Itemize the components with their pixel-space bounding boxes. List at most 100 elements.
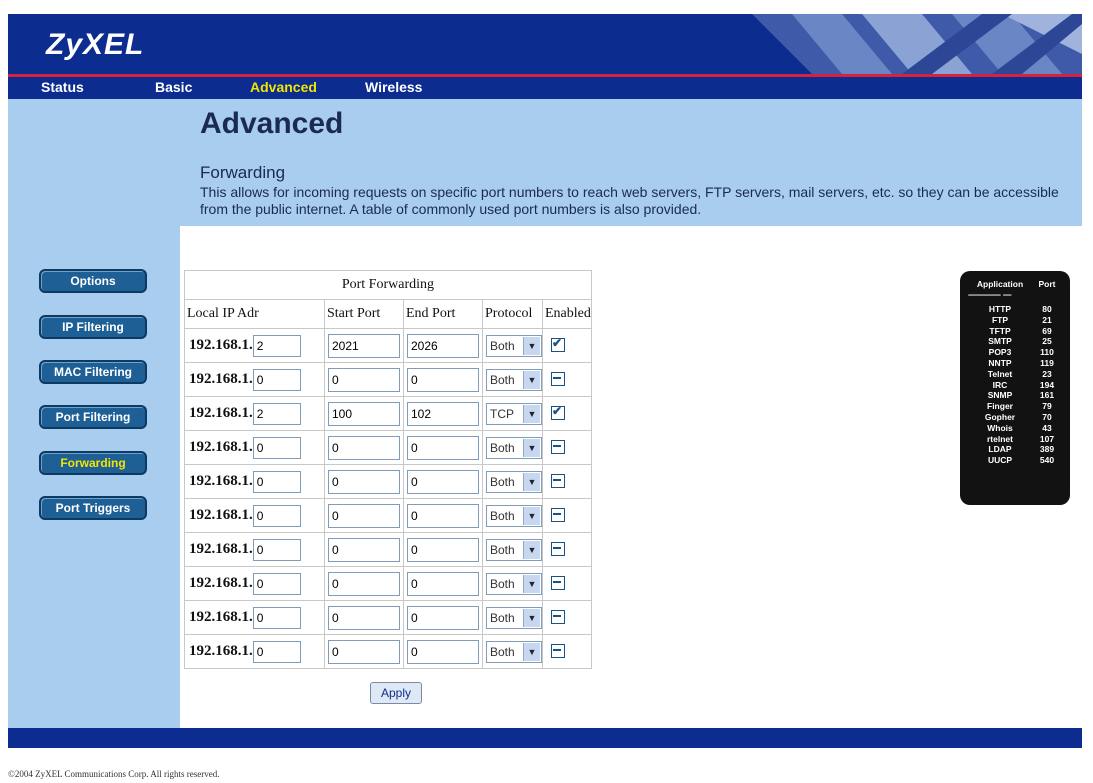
protocol-select[interactable]: Both ▼ [486, 640, 542, 663]
page-title: Advanced [200, 107, 344, 140]
nav-basic[interactable]: Basic [155, 79, 192, 95]
end-port-input[interactable] [407, 367, 479, 392]
start-port-cell [324, 396, 404, 431]
start-port-input[interactable] [328, 435, 400, 460]
enabled-checkbox[interactable] [551, 474, 565, 489]
protocol-select[interactable]: Both ▼ [486, 538, 542, 561]
enabled-checkbox[interactable] [551, 610, 565, 625]
enabled-checkbox[interactable] [551, 576, 565, 591]
local-ip-cell: 192.168.1. [184, 634, 325, 669]
local-ip-input[interactable] [252, 402, 301, 425]
unchecked-icon [553, 445, 561, 448]
protocol-select[interactable]: Both ▼ [486, 334, 542, 357]
legend-app: Whois [987, 422, 1013, 433]
enabled-checkbox[interactable]: ✔ [551, 336, 565, 353]
local-ip-input[interactable] [252, 504, 301, 527]
legend-app: SNMP [987, 390, 1013, 401]
protocol-select[interactable]: Both ▼ [486, 504, 542, 527]
legend-port: 43 [1042, 422, 1052, 433]
enabled-checkbox[interactable]: ✔ [551, 404, 565, 421]
start-port-input[interactable] [328, 537, 400, 562]
chevron-down-icon[interactable]: ▼ [523, 540, 540, 559]
chevron-down-icon[interactable]: ▼ [523, 642, 540, 661]
port-forwarding-table: Port Forwarding Local IP Adr Start Port … [184, 270, 592, 669]
protocol-select[interactable]: TCP ▼ [486, 402, 542, 425]
enabled-cell: ✔ [542, 328, 592, 363]
legend-port: 119 [1040, 357, 1054, 368]
chevron-down-icon[interactable]: ▼ [523, 608, 540, 627]
ip-prefix: 192.168.1. [189, 574, 253, 591]
legend-rows: HTTP 80 FTP 21 TFTP 69 SMTP 25 POP3 110 NNTP 119 Tel… [968, 304, 1064, 466]
apply-button[interactable]: Apply [370, 682, 422, 704]
legend-app: POP3 [988, 347, 1012, 358]
local-ip-input[interactable] [252, 368, 301, 391]
legend-app: Finger [987, 401, 1013, 412]
chevron-down-icon[interactable]: ▼ [523, 472, 540, 491]
end-port-input[interactable] [407, 639, 479, 664]
start-port-input[interactable] [328, 367, 400, 392]
sidebar-item-port-triggers[interactable]: Port Triggers [39, 496, 147, 520]
protocol-cell: Both ▼ [482, 464, 543, 499]
legend-header: Application Port [968, 279, 1064, 289]
end-port-input[interactable] [407, 503, 479, 528]
unchecked-icon [553, 377, 561, 380]
chevron-down-icon[interactable]: ▼ [523, 336, 540, 355]
ip-prefix: 192.168.1. [189, 506, 253, 523]
local-ip-input[interactable] [252, 470, 301, 493]
end-port-input[interactable] [407, 571, 479, 596]
legend-row: HTTP 80 [968, 304, 1064, 315]
table-row: 192.168.1. Both ▼ [184, 362, 592, 397]
start-port-cell [324, 464, 404, 499]
chevron-down-icon[interactable]: ▼ [523, 506, 540, 525]
local-ip-input[interactable] [252, 334, 301, 357]
end-port-input[interactable] [407, 469, 479, 494]
protocol-select[interactable]: Both ▼ [486, 606, 542, 629]
sidebar-item-mac-filtering[interactable]: MAC Filtering [39, 360, 147, 384]
table-row: 192.168.1. Both ▼ ✔ [184, 328, 592, 363]
enabled-checkbox[interactable] [551, 508, 565, 523]
local-ip-input[interactable] [252, 572, 301, 595]
enabled-cell [542, 464, 592, 499]
start-port-input[interactable] [328, 605, 400, 630]
chevron-down-icon[interactable]: ▼ [523, 404, 540, 423]
protocol-select[interactable]: Both ▼ [486, 470, 542, 493]
start-port-input[interactable] [328, 469, 400, 494]
local-ip-input[interactable] [252, 606, 301, 629]
enabled-checkbox[interactable] [551, 644, 565, 659]
start-port-input[interactable] [328, 503, 400, 528]
col-header-enabled: Enabled [542, 299, 592, 329]
sidebar-item-port-filtering[interactable]: Port Filtering [39, 405, 147, 429]
chevron-down-icon[interactable]: ▼ [523, 370, 540, 389]
unchecked-icon [553, 581, 561, 584]
start-port-input[interactable] [328, 571, 400, 596]
nav-status[interactable]: Status [41, 79, 84, 95]
enabled-checkbox[interactable] [551, 440, 565, 455]
end-port-input[interactable] [407, 333, 479, 358]
start-port-input[interactable] [328, 401, 400, 426]
protocol-select[interactable]: Both ▼ [486, 368, 542, 391]
protocol-select[interactable]: Both ▼ [486, 436, 542, 459]
end-port-input[interactable] [407, 537, 479, 562]
start-port-input[interactable] [328, 639, 400, 664]
enabled-checkbox[interactable] [551, 542, 565, 557]
chevron-down-icon[interactable]: ▼ [523, 438, 540, 457]
end-port-input[interactable] [407, 605, 479, 630]
local-ip-input[interactable] [252, 640, 301, 663]
legend-port: 70 [1042, 411, 1052, 422]
protocol-select[interactable]: Both ▼ [486, 572, 542, 595]
nav-advanced[interactable]: Advanced [250, 79, 317, 95]
sidebar-item-forwarding[interactable]: Forwarding [39, 451, 147, 475]
end-port-input[interactable] [407, 401, 479, 426]
local-ip-input[interactable] [252, 436, 301, 459]
sidebar-item-ip-filtering[interactable]: IP Filtering [39, 315, 147, 339]
start-port-input[interactable] [328, 333, 400, 358]
local-ip-cell: 192.168.1. [184, 396, 325, 431]
enabled-checkbox[interactable] [551, 372, 565, 387]
legend-app: TFTP [989, 325, 1011, 336]
sidebar-item-options[interactable]: Options [39, 269, 147, 293]
nav-wireless[interactable]: Wireless [365, 79, 422, 95]
local-ip-input[interactable] [252, 538, 301, 561]
chevron-down-icon[interactable]: ▼ [523, 574, 540, 593]
end-port-input[interactable] [407, 435, 479, 460]
table-row: 192.168.1. Both ▼ [184, 600, 592, 635]
